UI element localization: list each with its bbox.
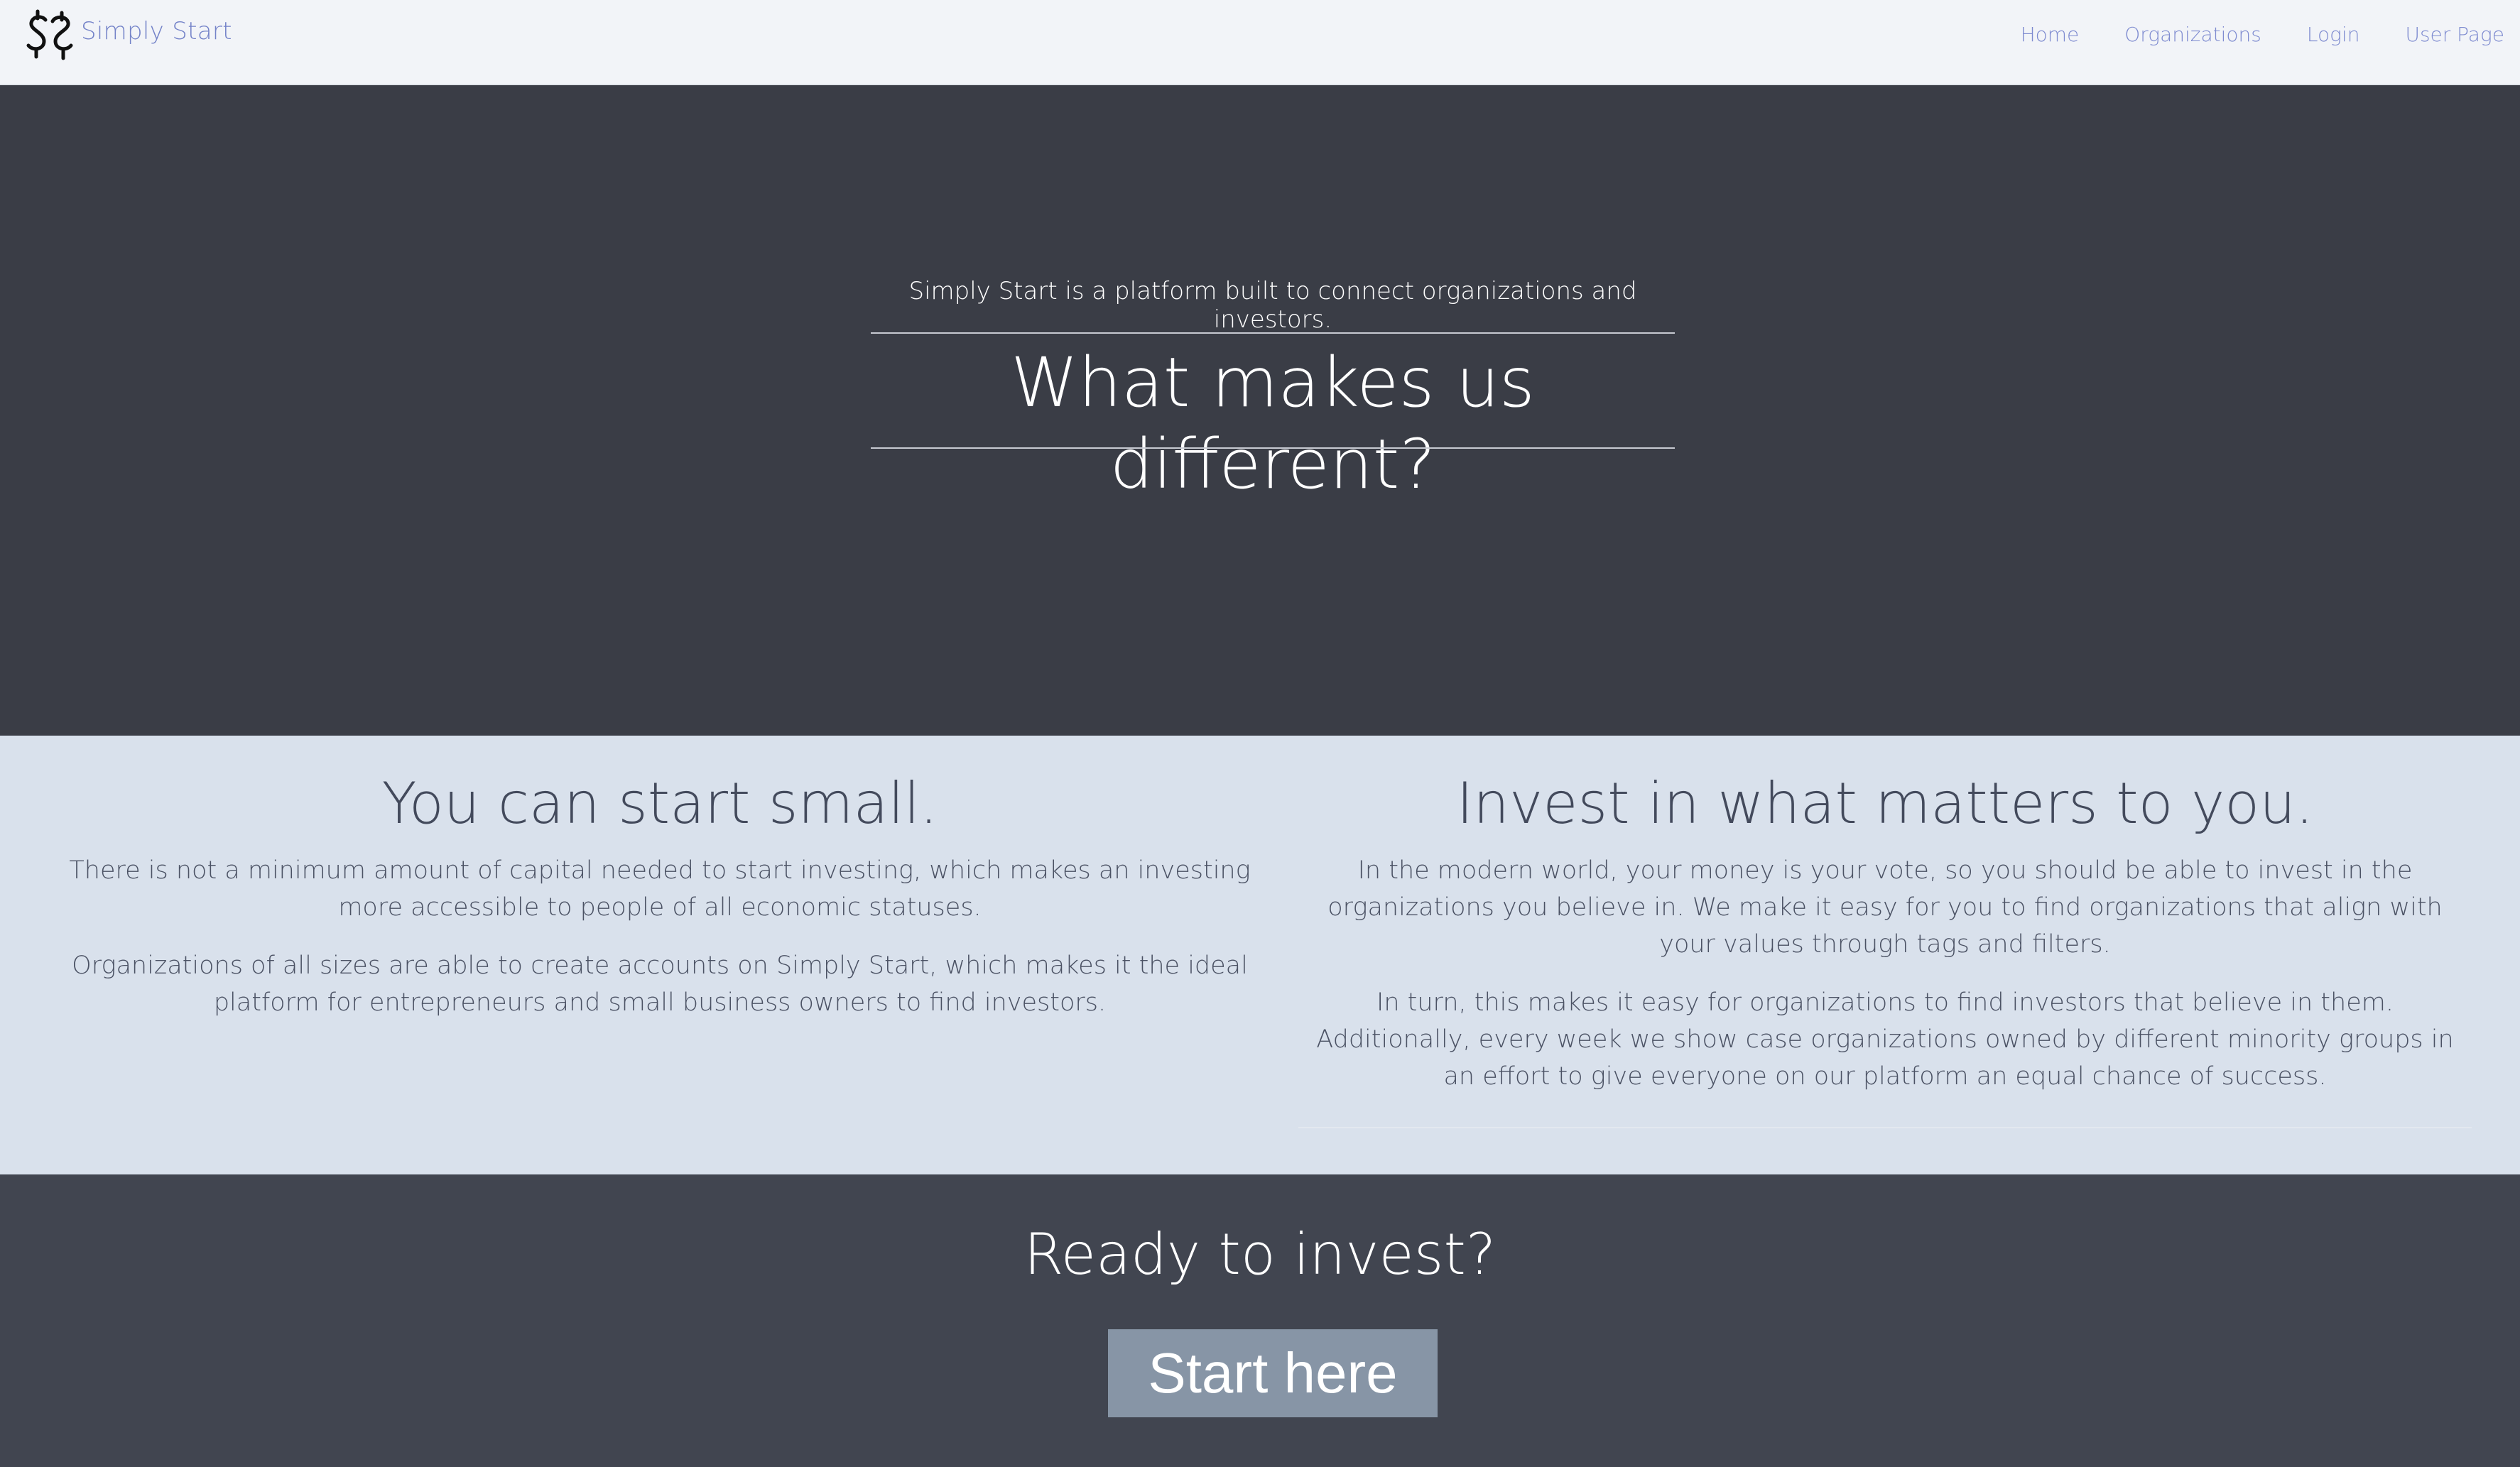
feature-title: You can start small. [381, 770, 938, 836]
nav-link-home[interactable]: Home [2021, 23, 2080, 46]
start-here-button[interactable]: Start here [1108, 1329, 1438, 1417]
nav-link-user-page[interactable]: User Page [2405, 23, 2504, 46]
feature-paragraph: Organizations of all sizes are able to c… [72, 951, 1248, 1017]
hero-subtitle: Simply Start is a platform built to conn… [908, 277, 1637, 334]
cta-title: Ready to invest? [1023, 1221, 1497, 1287]
navbar: Simply Start Home Organizations Login Us… [0, 0, 2520, 85]
hero-title: What makes us different? [1011, 343, 1535, 505]
feature-start-small: You can start small. There is not a mini… [64, 736, 1256, 1021]
features-section: You can start small. There is not a mini… [0, 736, 2520, 1174]
feature-paragraph: There is not a minimum amount of capital… [69, 856, 1251, 922]
feature-title: Invest in what matters to you. [1456, 770, 2314, 836]
nav-link-organizations[interactable]: Organizations [2124, 23, 2261, 46]
nav-link-login[interactable]: Login [2307, 23, 2360, 46]
brand-link[interactable]: Simply Start [21, 9, 232, 67]
brand-name: Simply Start [81, 17, 232, 45]
feature-paragraph: In the modern world, your money is your … [1327, 856, 2443, 959]
feature-divider [1298, 1127, 2472, 1128]
dollar-signs-logo-icon [26, 9, 73, 60]
hero-section: Simply Start is a platform built to conn… [0, 85, 2520, 736]
hero-divider-top [871, 332, 1675, 334]
hero-divider-bottom [871, 447, 1675, 449]
nav-links: Home Organizations Login User Page [1975, 23, 2504, 46]
feature-invest-matters: Invest in what matters to you. In the mo… [1298, 736, 2472, 1095]
feature-paragraph: In turn, this makes it easy for organiza… [1316, 988, 2454, 1091]
cta-section: Ready to invest? Start here [0, 1174, 2520, 1467]
